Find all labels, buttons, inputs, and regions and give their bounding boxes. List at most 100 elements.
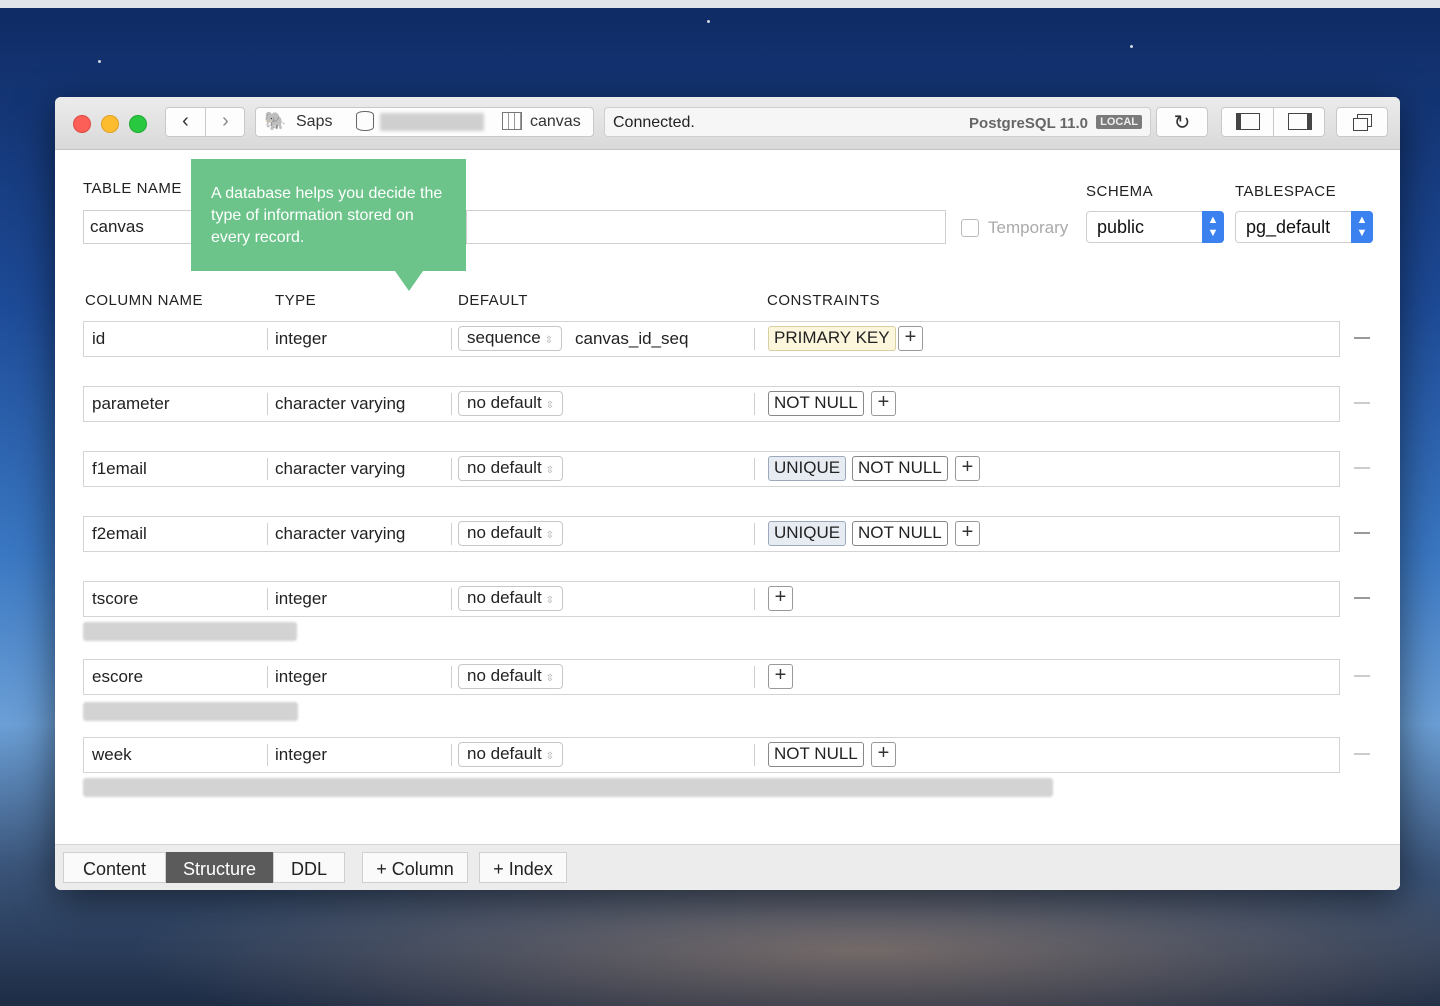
- temporary-checkbox[interactable]: [961, 219, 979, 237]
- cell-divider: [451, 744, 452, 766]
- cell-divider: [754, 666, 755, 688]
- constraint-tag-unique[interactable]: UNIQUE: [768, 456, 847, 481]
- table-icon: [502, 112, 522, 130]
- constraint-tag-not-null[interactable]: NOT NULL: [768, 742, 864, 767]
- chevron-right-icon: ›: [222, 110, 229, 132]
- table-comment-input[interactable]: [466, 210, 946, 244]
- default-popup[interactable]: no default ⇳: [458, 521, 564, 546]
- left-sidebar-toggle[interactable]: [1222, 108, 1274, 136]
- constraint-tag-primary-key[interactable]: PRIMARY KEY: [768, 326, 896, 351]
- column-name-field[interactable]: escore: [92, 660, 143, 694]
- default-popup[interactable]: no default ⇳: [458, 586, 564, 611]
- column-row: parameter character varying no default ⇳ …: [83, 386, 1340, 422]
- column-type-field[interactable]: character varying: [275, 517, 405, 551]
- column-type-field[interactable]: integer: [275, 660, 327, 694]
- constraint-tag-not-null[interactable]: NOT NULL: [852, 521, 948, 546]
- screen-top-edge: [0, 0, 1440, 8]
- cell-divider: [451, 458, 452, 480]
- constraint-tag-not-null[interactable]: NOT NULL: [768, 391, 864, 416]
- tab-content[interactable]: Content: [63, 852, 166, 883]
- forward-button[interactable]: ›: [206, 108, 245, 136]
- constraint-tag-unique[interactable]: UNIQUE: [768, 521, 847, 546]
- table-name-input[interactable]: canvas: [83, 210, 193, 244]
- plus-icon: +: [877, 742, 890, 764]
- connection-status: Connected.: [613, 114, 695, 131]
- default-popup[interactable]: no default ⇳: [458, 664, 564, 689]
- column-name-field[interactable]: tscore: [92, 582, 138, 616]
- refresh-button[interactable]: ↻: [1156, 107, 1208, 137]
- schema-select[interactable]: public ▲ ▼: [1086, 211, 1224, 243]
- remove-column-button[interactable]: [1354, 675, 1370, 677]
- column-name-field[interactable]: f2email: [92, 517, 147, 551]
- remove-column-button[interactable]: [1354, 337, 1370, 339]
- column-type-field[interactable]: character varying: [275, 387, 405, 421]
- constraints-header: CONSTRAINTS: [767, 292, 881, 309]
- cell-divider: [754, 523, 755, 545]
- remove-column-button[interactable]: [1354, 753, 1370, 755]
- default-popup[interactable]: sequence ⇳: [458, 326, 563, 351]
- cell-divider: [267, 328, 268, 350]
- redacted-comment: [83, 778, 1053, 797]
- table-name-label: TABLE NAME: [83, 180, 182, 197]
- remove-column-button[interactable]: [1354, 532, 1370, 534]
- minimize-window-button[interactable]: [101, 115, 119, 133]
- column-name-field[interactable]: f1email: [92, 452, 147, 486]
- redacted-comment: [83, 622, 297, 641]
- zoom-window-button[interactable]: [129, 115, 147, 133]
- back-button[interactable]: ‹: [166, 108, 206, 136]
- updown-icon: ⇳: [545, 673, 555, 684]
- new-window-button[interactable]: [1336, 107, 1388, 137]
- column-row: f1email character varying no default ⇳ UN…: [83, 451, 1340, 487]
- default-popup[interactable]: no default ⇳: [458, 742, 564, 767]
- column-type-field[interactable]: integer: [275, 322, 327, 356]
- cell-divider: [267, 666, 268, 688]
- column-type-field[interactable]: integer: [275, 738, 327, 772]
- cell-divider: [451, 523, 452, 545]
- add-index-button[interactable]: + Index: [479, 852, 567, 883]
- local-badge: LOCAL: [1096, 115, 1142, 129]
- breadcrumb-table[interactable]: canvas: [530, 113, 581, 131]
- tablespace-select[interactable]: pg_default ▲ ▼: [1235, 211, 1373, 243]
- default-popup-value: no default: [467, 588, 542, 607]
- remove-column-button[interactable]: [1354, 597, 1370, 599]
- column-name-header: COLUMN NAME: [85, 292, 204, 309]
- add-constraint-button[interactable]: +: [955, 521, 980, 546]
- add-constraint-button[interactable]: +: [955, 456, 980, 481]
- tooltip-text: A database helps you decide the type of …: [211, 185, 443, 246]
- wallpaper-star: [707, 20, 710, 23]
- default-popup[interactable]: no default ⇳: [458, 391, 564, 416]
- column-name-field[interactable]: id: [92, 322, 105, 356]
- schema-value: public: [1097, 217, 1145, 237]
- redacted-comment: [83, 702, 298, 721]
- tab-ddl[interactable]: DDL: [273, 852, 345, 883]
- close-window-button[interactable]: [73, 115, 91, 133]
- column-name-field[interactable]: week: [92, 738, 132, 772]
- default-header: DEFAULT: [458, 292, 528, 309]
- column-type-field[interactable]: integer: [275, 582, 327, 616]
- add-constraint-button[interactable]: +: [768, 586, 793, 611]
- chevron-left-icon: ‹: [182, 110, 189, 132]
- breadcrumb-connection[interactable]: Saps: [296, 113, 332, 131]
- tab-structure[interactable]: Structure: [166, 852, 273, 883]
- breadcrumb-database-redacted[interactable]: [380, 113, 484, 131]
- column-name-field[interactable]: parameter: [92, 387, 169, 421]
- windows-icon: [1353, 114, 1372, 131]
- schema-label: SCHEMA: [1086, 183, 1154, 200]
- constraint-tag-not-null[interactable]: NOT NULL: [852, 456, 948, 481]
- column-type-field[interactable]: character varying: [275, 452, 405, 486]
- add-constraint-button[interactable]: +: [898, 326, 923, 351]
- add-constraint-button[interactable]: +: [768, 664, 793, 689]
- column-row: tscore integer no default ⇳ +: [83, 581, 1340, 617]
- type-header: TYPE: [275, 292, 317, 309]
- wallpaper-star: [1130, 45, 1133, 48]
- add-column-button[interactable]: + Column: [362, 852, 468, 883]
- tablespace-label: TABLESPACE: [1235, 183, 1337, 200]
- add-constraint-button[interactable]: +: [871, 391, 896, 416]
- remove-column-button[interactable]: [1354, 402, 1370, 404]
- remove-column-button[interactable]: [1354, 467, 1370, 469]
- add-constraint-button[interactable]: +: [871, 742, 896, 767]
- right-sidebar-toggle[interactable]: [1274, 108, 1325, 136]
- default-popup[interactable]: no default ⇳: [458, 456, 564, 481]
- updown-icon: ⇳: [545, 400, 555, 411]
- default-extra-field[interactable]: canvas_id_seq: [575, 322, 688, 356]
